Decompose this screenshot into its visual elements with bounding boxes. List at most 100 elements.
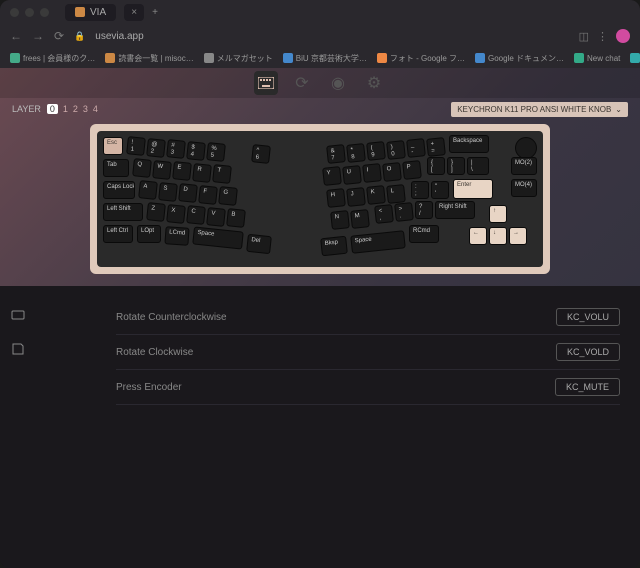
layer-4[interactable]: 4 (93, 104, 98, 114)
key-lopt[interactable]: LOpt (137, 225, 161, 243)
blank-tab[interactable]: × (124, 4, 144, 21)
bookmark-item[interactable]: frees | 会員様のク… (10, 53, 95, 64)
settings-icon[interactable]: ⚙ (362, 71, 386, 95)
url-text[interactable]: usevia.app (95, 31, 568, 42)
traffic-light-close[interactable] (10, 8, 19, 17)
key-[interactable]: → (509, 227, 527, 245)
key-i[interactable]: I (362, 163, 382, 183)
key-[interactable]: > . (394, 202, 414, 222)
traffic-light-max[interactable] (40, 8, 49, 17)
key-rcmd[interactable]: RCmd (409, 225, 439, 243)
layer-0[interactable]: 0 (47, 104, 58, 114)
key-n[interactable]: N (330, 210, 350, 230)
refresh-icon[interactable]: ⟳ (290, 71, 314, 95)
key-backspace[interactable]: Backspace (449, 135, 489, 153)
bookmark-item[interactable]: メルマガセット (204, 53, 273, 64)
key-esc[interactable]: Esc (103, 137, 123, 155)
key-p[interactable]: P (402, 160, 422, 180)
key-q[interactable]: Q (132, 158, 152, 178)
extension-icon[interactable]: ◫ (579, 30, 589, 43)
key-t[interactable]: T (212, 164, 232, 184)
key-s[interactable]: S (158, 182, 178, 202)
key-[interactable]: + = (426, 137, 446, 157)
key-0[interactable]: ) 0 (386, 140, 406, 160)
key-[interactable]: " ' (431, 181, 449, 199)
key-a[interactable]: A (138, 180, 158, 200)
layer-1[interactable]: 1 (63, 104, 68, 114)
key-[interactable]: } ] (447, 157, 465, 175)
encoder-value[interactable]: KC_MUTE (555, 378, 620, 396)
key-w[interactable]: W (152, 160, 172, 180)
key-leftctrl[interactable]: Left Ctrl (103, 225, 133, 243)
key-[interactable]: { [ (427, 157, 445, 175)
key-capslock[interactable]: Caps Lock (103, 181, 135, 199)
key-d[interactable]: D (178, 183, 198, 203)
key-leftshift[interactable]: Left Shift (103, 203, 143, 221)
key-3[interactable]: # 3 (166, 139, 186, 159)
browser-tab[interactable]: VIA (65, 4, 116, 21)
layer-3[interactable]: 3 (83, 104, 88, 114)
key-6[interactable]: ^ 6 (251, 144, 271, 164)
encoder-value[interactable]: KC_VOLD (556, 343, 620, 361)
key-[interactable]: ← (469, 227, 487, 245)
key-u[interactable]: U (342, 165, 362, 185)
key-k[interactable]: K (366, 185, 386, 205)
bookmark-item[interactable]: New chat (574, 53, 620, 63)
key-m[interactable]: M (350, 209, 370, 229)
key-z[interactable]: Z (146, 202, 166, 222)
key-[interactable]: | \ (467, 157, 489, 175)
bookmark-item[interactable]: CLOVA Note (630, 53, 640, 63)
key-e[interactable]: E (172, 161, 192, 181)
key-r[interactable]: R (192, 163, 212, 183)
forward-button[interactable]: → (32, 29, 44, 43)
key-tab[interactable]: Tab (103, 159, 129, 177)
key-l[interactable]: L (386, 184, 406, 204)
keymap-icon[interactable] (9, 306, 27, 324)
lighting-icon[interactable]: ◉ (326, 71, 350, 95)
key-c[interactable]: C (186, 205, 206, 225)
key-space[interactable]: Space (192, 226, 244, 249)
key-v[interactable]: V (206, 207, 226, 227)
key-1[interactable]: ! 1 (126, 136, 146, 156)
key-f[interactable]: F (198, 185, 218, 205)
bookmark-item[interactable]: BiU 京都芸術大学… (283, 53, 367, 64)
key-[interactable]: ↓ (489, 227, 507, 245)
new-tab-button[interactable]: + (152, 7, 158, 18)
profile-avatar[interactable] (616, 29, 630, 43)
key-[interactable]: < , (374, 204, 394, 224)
bookmark-item[interactable]: フォト - Google フ… (377, 53, 465, 64)
rotary-knob[interactable] (515, 137, 537, 159)
key-2[interactable]: @ 2 (146, 138, 166, 158)
traffic-light-min[interactable] (25, 8, 34, 17)
back-button[interactable]: ← (10, 29, 22, 43)
key-b[interactable]: B (226, 208, 246, 228)
key-y[interactable]: Y (322, 166, 342, 186)
key-9[interactable]: ( 9 (366, 141, 386, 161)
key-mo2[interactable]: MO(2) (511, 157, 537, 175)
key-8[interactable]: * 8 (346, 143, 366, 163)
key-[interactable]: ? / (415, 201, 433, 219)
encoder-value[interactable]: KC_VOLU (556, 308, 620, 326)
key-j[interactable]: J (346, 187, 366, 207)
key-x[interactable]: X (166, 204, 186, 224)
keyboard-tab-icon[interactable] (254, 71, 278, 95)
key-space[interactable]: Space (350, 230, 406, 254)
key-h[interactable]: H (326, 188, 346, 208)
key-rightshift[interactable]: Right Shift (435, 201, 475, 219)
key-4[interactable]: $ 4 (186, 141, 206, 161)
reload-button[interactable]: ⟳ (54, 29, 64, 43)
key-lcmd[interactable]: LCmd (164, 226, 189, 246)
key-o[interactable]: O (382, 162, 402, 182)
key-del[interactable]: Del (246, 234, 272, 254)
key-7[interactable]: & 7 (326, 144, 346, 164)
key-bksp[interactable]: Bksp (320, 236, 348, 257)
key-[interactable]: _ - (406, 138, 426, 158)
menu-icon[interactable]: ⋮ (597, 30, 608, 43)
close-icon[interactable]: × (131, 7, 137, 18)
bookmark-item[interactable]: Google ドキュメン… (475, 53, 564, 64)
key-5[interactable]: % 5 (206, 142, 226, 162)
key-enter[interactable]: Enter (453, 179, 493, 199)
device-selector[interactable]: KEYCHRON K11 PRO ANSI WHITE KNOB ⌄ (451, 102, 628, 117)
save-icon[interactable] (9, 340, 27, 358)
bookmark-item[interactable]: 読書会一覧 | misoc… (105, 53, 193, 64)
